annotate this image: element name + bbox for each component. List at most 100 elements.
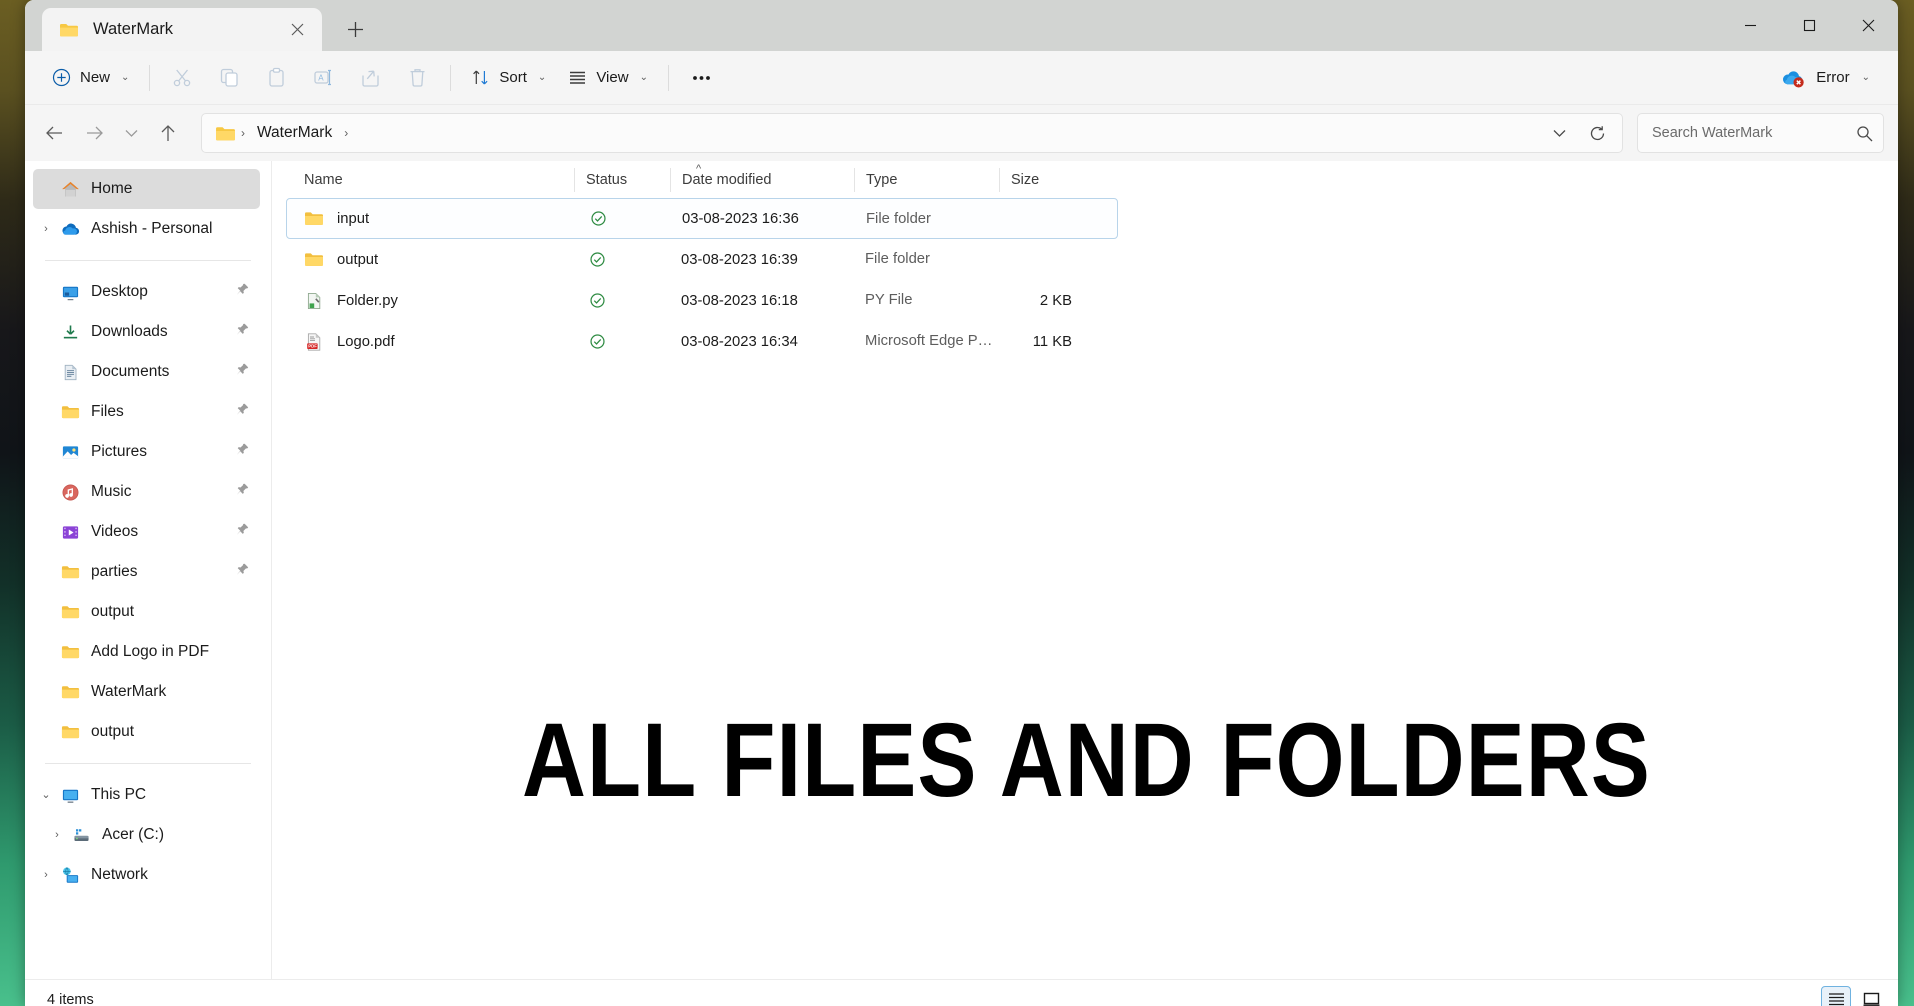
sidebar-item-watermark[interactable]: WaterMark xyxy=(33,672,260,712)
sidebar-item-documents[interactable]: Documents xyxy=(33,352,260,392)
maximize-button[interactable] xyxy=(1780,0,1839,51)
navigation-pane[interactable]: Home › Ashish - Personal Desktop Downloads Do… xyxy=(25,161,272,979)
table-row[interactable]: output 03-08-2023 16:39 File folder xyxy=(286,239,1118,280)
sidebar-item-parties[interactable]: parties xyxy=(33,552,260,592)
refresh-icon xyxy=(1590,125,1604,140)
pin-icon-wrap[interactable] xyxy=(235,482,250,502)
sort-button[interactable]: Sort ⌄ xyxy=(460,59,557,97)
table-row[interactable]: input 03-08-2023 16:36 File folder xyxy=(286,198,1118,239)
network-icon xyxy=(62,866,78,883)
sidebar-item-ashish-personal[interactable]: › Ashish - Personal xyxy=(33,209,260,249)
expand-chevron-icon[interactable]: ⌄ xyxy=(33,789,59,801)
breadcrumb-current[interactable]: WaterMark xyxy=(250,120,339,146)
chevron-down-icon: ⌄ xyxy=(121,72,130,83)
cell-type: PY File xyxy=(865,292,913,308)
nav-divider-2 xyxy=(45,763,251,764)
desktop-icon xyxy=(62,286,78,300)
sidebar-item-downloads[interactable]: Downloads xyxy=(33,312,260,352)
pin-icon-wrap[interactable] xyxy=(235,322,250,342)
pin-icon-wrap[interactable] xyxy=(235,282,250,302)
folder-icon xyxy=(61,565,79,578)
sidebar-icon-wrap xyxy=(59,563,81,582)
more-options-button[interactable] xyxy=(678,59,725,97)
sidebar-item-network[interactable]: › Network xyxy=(33,855,260,895)
recent-locations-button[interactable] xyxy=(115,114,147,152)
pin-icon-wrap[interactable] xyxy=(235,442,250,462)
refresh-button[interactable] xyxy=(1578,114,1616,152)
cell-date-modified: 03-08-2023 16:18 xyxy=(681,292,798,309)
breadcrumb-separator-2[interactable]: › xyxy=(342,126,350,140)
pin-icon-wrap[interactable] xyxy=(235,362,250,382)
cell-date-modified: 03-08-2023 16:39 xyxy=(681,251,798,268)
column-header-size[interactable]: Size xyxy=(999,167,1083,192)
sidebar-item-files[interactable]: Files xyxy=(33,392,260,432)
cell-date-modified: 03-08-2023 16:36 xyxy=(682,210,799,227)
pin-icon-wrap[interactable] xyxy=(235,522,250,542)
breadcrumb-history-button[interactable] xyxy=(1543,114,1575,152)
sidebar-item-add-logo-in-pdf[interactable]: Add Logo in PDF xyxy=(33,632,260,672)
sidebar-item-output[interactable]: output xyxy=(33,712,260,752)
file-list-pane[interactable]: Name Status Date modified Type Size ^ in… xyxy=(272,161,1898,979)
up-button[interactable] xyxy=(149,114,187,152)
details-view-button[interactable] xyxy=(1821,986,1851,1006)
new-tab-button[interactable] xyxy=(335,9,375,49)
folder-icon xyxy=(305,252,323,266)
sidebar-item-music[interactable]: Music xyxy=(33,472,260,512)
sidebar-item-label: output xyxy=(91,603,135,620)
sidebar-item-home[interactable]: Home xyxy=(33,169,260,209)
table-row[interactable]: Folder.py 03-08-2023 16:18 PY File 2 KB xyxy=(286,280,1118,321)
copy-button[interactable] xyxy=(206,59,253,97)
large-icons-view-icon xyxy=(1863,992,1879,1006)
view-button[interactable]: View ⌄ xyxy=(557,59,659,97)
back-button[interactable] xyxy=(35,114,73,152)
tab-watermark[interactable]: WaterMark xyxy=(42,8,322,51)
cell-type: File folder xyxy=(865,251,930,267)
sidebar-item-videos[interactable]: Videos xyxy=(33,512,260,552)
breadcrumb[interactable]: › WaterMark › xyxy=(201,113,1623,153)
column-header-name[interactable]: Name xyxy=(286,168,574,192)
table-row[interactable]: PDF Logo.pdf 03-08-2023 16:34 Microsoft Edg… xyxy=(286,321,1118,362)
expand-chevron-icon[interactable]: › xyxy=(33,223,59,235)
sidebar-icon-wrap xyxy=(59,523,81,542)
sidebar-item-output[interactable]: output xyxy=(33,592,260,632)
close-tab-icon[interactable] xyxy=(282,15,312,45)
onedrive-status-button[interactable]: Error ⌄ xyxy=(1769,59,1882,97)
column-header-type[interactable]: Type xyxy=(854,167,999,192)
sidebar-item-pictures[interactable]: Pictures xyxy=(33,432,260,472)
pin-icon xyxy=(236,523,249,535)
close-window-button[interactable] xyxy=(1839,0,1898,51)
window-controls xyxy=(1721,0,1898,51)
pin-icon-wrap[interactable] xyxy=(235,562,250,582)
view-button-label: View xyxy=(596,69,629,86)
forward-button[interactable] xyxy=(75,114,113,152)
search-icon[interactable] xyxy=(1856,125,1873,142)
cell-type: File folder xyxy=(866,211,931,227)
sidebar-item-desktop[interactable]: Desktop xyxy=(33,272,260,312)
search-input[interactable] xyxy=(1652,125,1856,141)
column-header-status[interactable]: Status xyxy=(574,167,670,192)
paste-button[interactable] xyxy=(253,59,300,97)
share-button[interactable] xyxy=(347,59,394,97)
pin-icon-wrap[interactable] xyxy=(235,402,250,422)
search-box[interactable] xyxy=(1637,113,1884,153)
sidebar-item-this-pc[interactable]: ⌄ This PC xyxy=(33,775,260,815)
delete-button[interactable] xyxy=(394,59,441,97)
sidebar-item-label: parties xyxy=(91,563,138,580)
rename-button[interactable]: A xyxy=(300,59,347,97)
new-button[interactable]: New ⌄ xyxy=(41,59,140,97)
svg-text:PDF: PDF xyxy=(308,343,317,348)
cell-name: PDF Logo.pdf xyxy=(286,321,574,362)
sidebar-icon-wrap xyxy=(59,866,81,885)
paste-icon xyxy=(269,67,285,87)
view-lines-icon xyxy=(570,71,586,84)
sidebar-item-label: Downloads xyxy=(91,323,168,340)
minimize-button[interactable] xyxy=(1721,0,1780,51)
cut-button[interactable] xyxy=(159,59,206,97)
large-icons-view-button[interactable] xyxy=(1856,986,1886,1006)
expand-chevron-icon[interactable]: › xyxy=(33,869,59,881)
cell-date-modified: 03-08-2023 16:34 xyxy=(681,333,798,350)
nav-divider-1 xyxy=(45,260,251,261)
sidebar-item-acer-c[interactable]: › Acer (C:) xyxy=(33,815,260,855)
downloads-icon xyxy=(63,324,77,338)
expand-chevron-icon[interactable]: › xyxy=(44,829,70,841)
